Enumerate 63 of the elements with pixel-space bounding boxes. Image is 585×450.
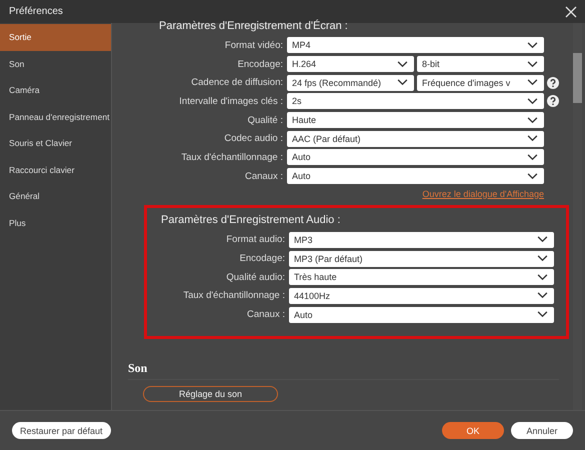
sidebar-item[interactable]: Sortie	[0, 24, 111, 50]
field-label: Codec audio :	[223, 133, 284, 144]
sidebar-item[interactable]: Panneau d'enregistrement	[0, 104, 111, 130]
chevron-down-icon	[527, 98, 538, 105]
dropdown[interactable]: MP4	[287, 37, 544, 54]
field-label: Cadence de diffusion:	[190, 77, 284, 88]
chevron-down-icon	[397, 79, 408, 86]
field-label: Taux d'échantillonnage :	[182, 290, 286, 302]
sound-settings-button[interactable]: Réglage du son	[143, 386, 278, 402]
dropdown[interactable]: Auto	[287, 168, 544, 184]
scrollbar[interactable]	[573, 23, 582, 410]
section-heading: Paramètres d'Enregistrement Audio :	[161, 212, 342, 228]
field-label: Qualité audio:	[225, 272, 286, 283]
section-heading: Paramètres d'Enregistrement d'Écran :	[158, 21, 349, 34]
chevron-down-icon	[537, 311, 548, 318]
dropdown[interactable]: Auto	[287, 149, 544, 166]
field-label: Format vidéo:	[224, 40, 284, 51]
field-label: Canaux :	[244, 170, 284, 182]
dropdown[interactable]: 2s	[287, 93, 544, 110]
help-icon[interactable]	[547, 76, 559, 89]
chevron-down-icon	[527, 60, 538, 68]
dropdown[interactable]: 8-bit	[417, 56, 544, 72]
chevron-down-icon	[527, 42, 538, 49]
field-label: Taux d'échantillonnage :	[180, 152, 284, 163]
sidebar-item[interactable]: Caméra	[0, 77, 111, 104]
scrollbar-thumb[interactable]	[573, 53, 582, 103]
sidebar-item[interactable]: Son	[0, 50, 111, 77]
dropdown[interactable]: 44100Hz	[289, 288, 554, 304]
help-icon[interactable]	[547, 95, 559, 108]
dropdown[interactable]: Auto	[289, 306, 554, 323]
field-label: Intervalle d'images clés :	[178, 96, 284, 107]
chevron-down-icon	[397, 60, 408, 68]
field-label: Encodage:	[236, 58, 284, 70]
window-title: Préférences	[9, 6, 63, 17]
field-label: Canaux :	[246, 309, 286, 320]
cancel-button[interactable]: Annuler	[511, 422, 573, 439]
field-label: Encodage:	[238, 253, 286, 264]
dropdown[interactable]: 24 fps (Recommandé)	[287, 74, 414, 91]
chevron-down-icon	[527, 154, 538, 161]
chevron-down-icon	[537, 236, 548, 244]
sidebar-item[interactable]: Souris et Clavier	[0, 130, 111, 156]
dropdown[interactable]: MP3	[289, 232, 554, 248]
dropdown[interactable]: AAC (Par défaut)	[287, 130, 544, 147]
dropdown[interactable]: Très haute	[289, 269, 554, 286]
chevron-down-icon	[527, 172, 538, 180]
sidebar-item[interactable]: Général	[0, 183, 111, 210]
close-icon[interactable]	[565, 6, 577, 18]
field-label: Qualité :	[246, 114, 284, 126]
chevron-down-icon	[537, 274, 548, 281]
sidebar-item[interactable]: Plus	[0, 210, 111, 236]
chevron-down-icon	[537, 292, 548, 300]
restore-defaults-button[interactable]: Restaurer par défaut	[12, 422, 111, 439]
dropdown[interactable]: MP3 (Par défaut)	[289, 250, 554, 267]
dropdown[interactable]: Fréquence d'images v	[417, 74, 544, 91]
section-heading: Son	[128, 360, 559, 380]
chevron-down-icon	[527, 79, 538, 86]
chevron-down-icon	[537, 255, 548, 262]
dropdown[interactable]: Haute	[287, 112, 544, 128]
field-label: Format audio:	[225, 234, 286, 246]
chevron-down-icon	[527, 116, 538, 124]
chevron-down-icon	[527, 135, 538, 142]
sidebar-item[interactable]: Raccourci clavier	[0, 156, 111, 183]
dropdown[interactable]: H.264	[287, 56, 414, 72]
